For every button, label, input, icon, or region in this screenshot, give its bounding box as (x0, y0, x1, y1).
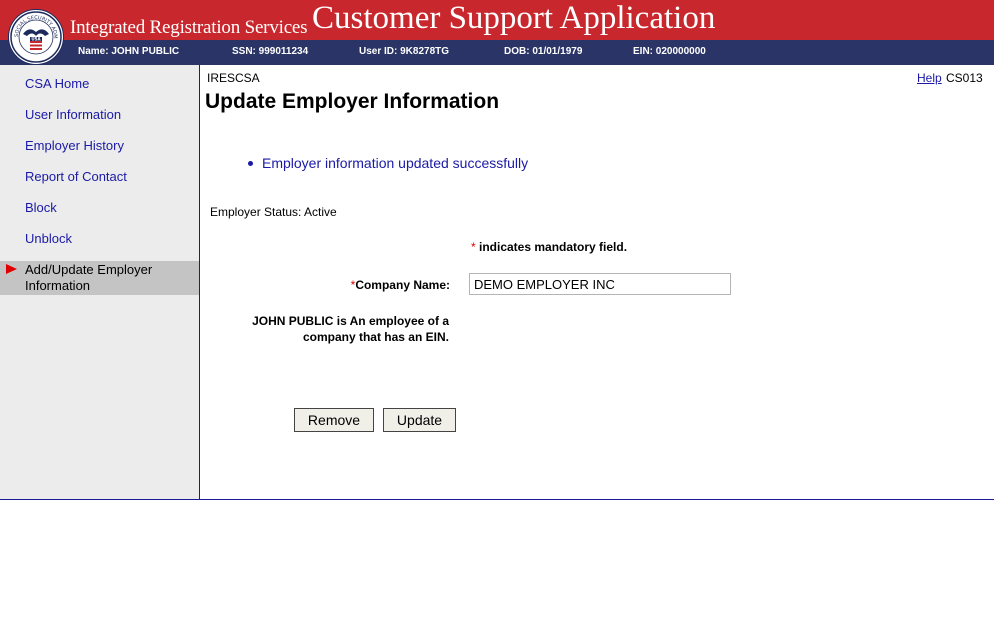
user-ein: EIN: 020000000 (633, 46, 706, 57)
current-page-arrow-icon (6, 264, 17, 274)
user-dob: DOB: 01/01/1979 (504, 46, 583, 57)
employee-note: JOHN PUBLIC is An employee of a company … (252, 314, 449, 344)
user-ssn: SSN: 999011234 (232, 46, 309, 57)
sidebar-item-user-information[interactable]: User Information (25, 107, 121, 122)
system-title: Integrated Registration Services (70, 17, 308, 38)
page-title: Update Employer Information (205, 90, 500, 113)
remove-button[interactable]: Remove (294, 408, 374, 432)
sidebar-item-report-of-contact[interactable]: Report of Contact (25, 169, 127, 184)
company-name-label: *Company Name: (351, 278, 450, 292)
sidebar-item-csa-home[interactable]: CSA Home (25, 76, 89, 91)
footer-divider (0, 499, 994, 500)
success-message: Employer information updated successfull… (262, 155, 529, 171)
help-link[interactable]: Help (917, 71, 942, 85)
bullet-icon (248, 161, 253, 166)
sidebar-item-active-label: Add/Update Employer Information (25, 262, 153, 293)
ssa-seal-logo: SOCIAL SECURITY ADMINISTRATION USA (8, 9, 64, 65)
sidebar-item-block[interactable]: Block (25, 200, 57, 215)
company-name-label-text: Company Name: (355, 278, 450, 292)
sidebar-divider (199, 65, 200, 500)
sidebar-item-employer-history[interactable]: Employer History (25, 138, 124, 153)
seal-usa-text: USA (31, 37, 41, 42)
user-id: User ID: 9K8278TG (359, 46, 450, 57)
company-name-input[interactable] (469, 273, 731, 295)
screen-code: CS013 (946, 71, 983, 85)
mandatory-note-text: indicates mandatory field. (475, 240, 628, 254)
sidebar-item-unblock[interactable]: Unblock (25, 231, 72, 246)
mandatory-note: * indicates mandatory field. (471, 240, 627, 254)
app-code: IRESCSA (207, 71, 260, 85)
app-title: Customer Support Application (312, 0, 716, 36)
user-name: Name: JOHN PUBLIC (78, 46, 180, 57)
employer-status: Employer Status: Active (210, 205, 337, 219)
update-button[interactable]: Update (383, 408, 456, 432)
